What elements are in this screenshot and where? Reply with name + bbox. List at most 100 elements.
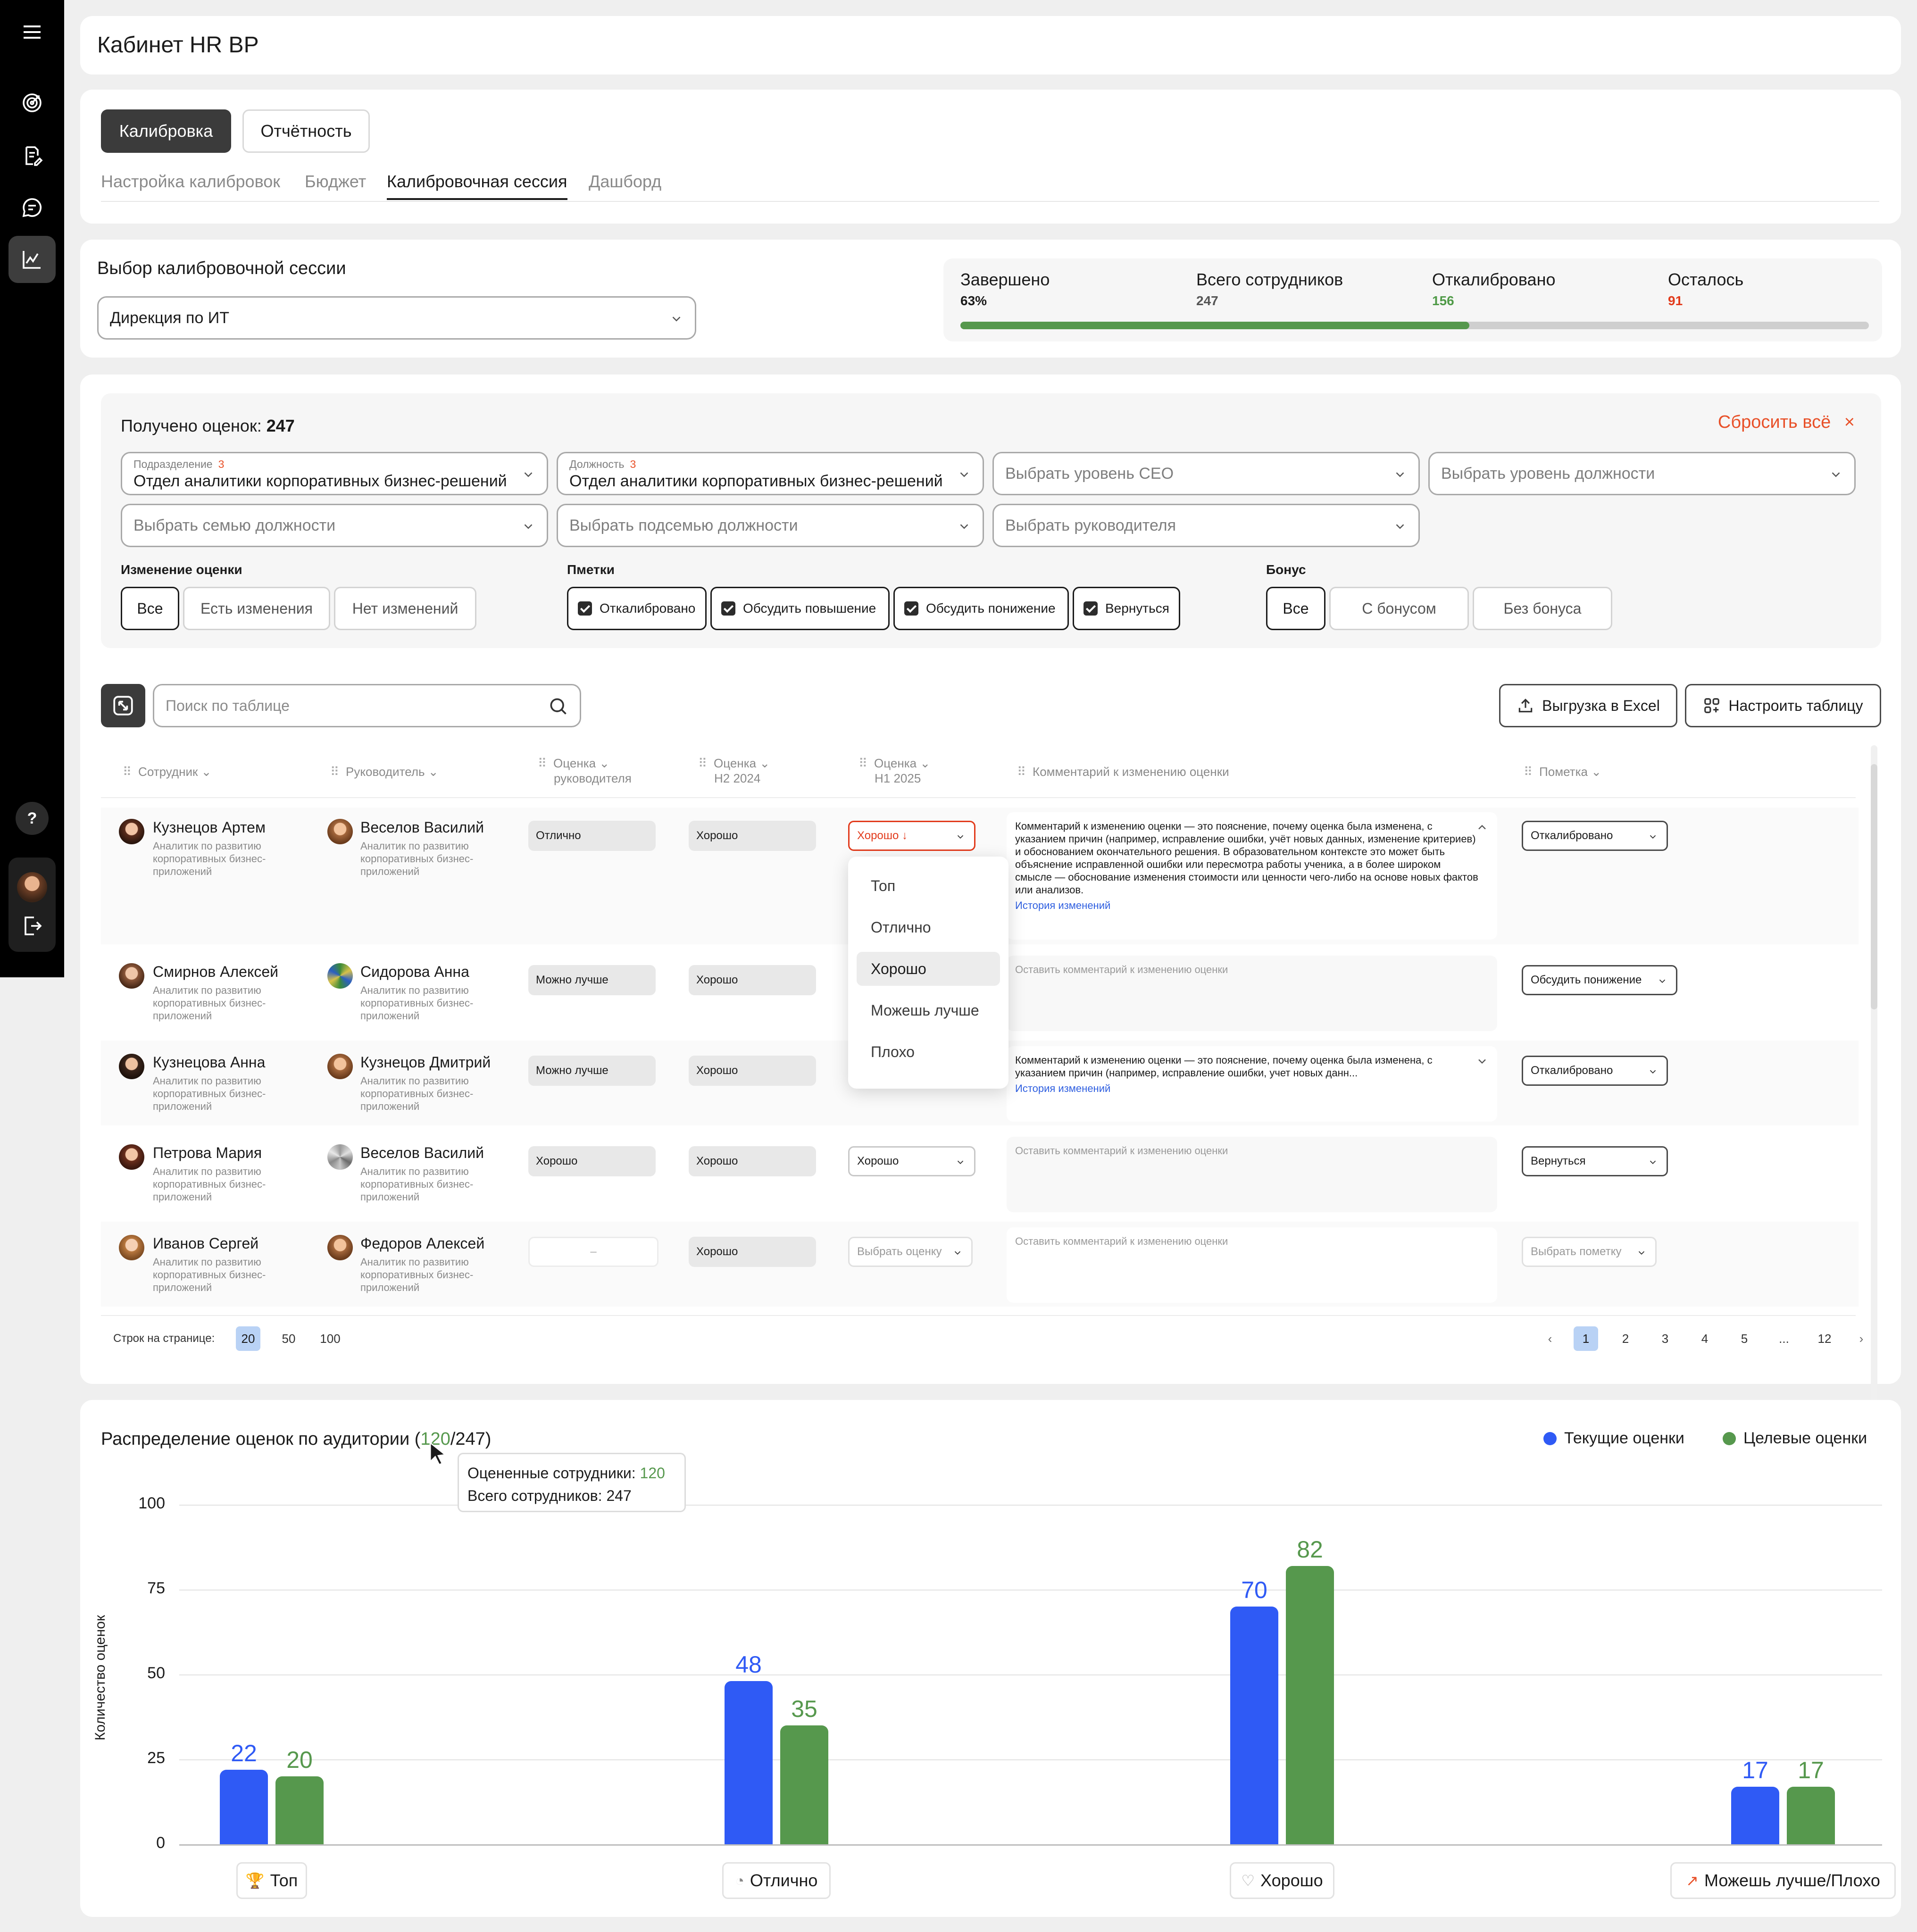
legend-current[interactable]: Текущие оценки bbox=[1543, 1429, 1684, 1448]
history-link[interactable]: История изменений bbox=[1015, 1082, 1489, 1095]
mark-select[interactable]: Откалибровано bbox=[1522, 821, 1668, 851]
configure-table-button[interactable]: Настроить таблицу bbox=[1685, 684, 1881, 727]
dropdown-option[interactable]: Топ bbox=[857, 869, 1000, 903]
page-1[interactable]: 1 bbox=[1574, 1326, 1598, 1351]
table-row[interactable]: Иванов Сергей Аналитик по развитию корпо… bbox=[101, 1222, 1859, 1307]
export-excel-button[interactable]: Выгрузка в Excel bbox=[1499, 684, 1677, 727]
subtab-budget[interactable]: Бюджет bbox=[305, 172, 366, 192]
chevron-up-icon[interactable] bbox=[1475, 821, 1489, 834]
mark-select[interactable]: Вернуться bbox=[1522, 1146, 1668, 1176]
mark-return-checkbox[interactable]: Вернуться bbox=[1073, 587, 1180, 630]
manager-name[interactable]: Кузнецов Дмитрий bbox=[360, 1054, 491, 1071]
bar-0-2[interactable] bbox=[1230, 1607, 1278, 1844]
mark-raise-checkbox[interactable]: Обсудить повышение bbox=[710, 587, 890, 630]
mark-calibrated-checkbox[interactable]: Откалиброванo bbox=[567, 587, 707, 630]
chevron-down-icon[interactable] bbox=[1475, 1055, 1489, 1068]
h1-score-select[interactable]: Выбрать оценку bbox=[848, 1237, 973, 1267]
th-h2[interactable]: ⠿ Оценка ⌄ H2 2024 bbox=[698, 756, 770, 786]
manager-name[interactable]: Веселов Василий bbox=[360, 1144, 484, 1162]
position-level-select[interactable]: Выбрать уровень должности bbox=[1428, 452, 1856, 495]
help-icon[interactable]: ? bbox=[8, 795, 56, 842]
chat-icon[interactable] bbox=[8, 184, 56, 231]
dropdown-option[interactable]: Хорошо bbox=[857, 952, 1000, 986]
change-all-button[interactable]: Все bbox=[121, 587, 179, 630]
page-size-50[interactable]: 50 bbox=[276, 1326, 301, 1351]
reset-all-button[interactable]: Сбросить всё × bbox=[1718, 412, 1855, 433]
comment-input[interactable]: Оставить комментарий к изменению оценки bbox=[1007, 1227, 1497, 1303]
page-12[interactable]: 12 bbox=[1812, 1326, 1837, 1351]
ceo-level-select[interactable]: Выбрать уровень CEO bbox=[992, 452, 1420, 495]
family-select[interactable]: Выбрать семью должности bbox=[121, 504, 548, 547]
bar-0-0[interactable] bbox=[220, 1769, 268, 1844]
employee-name[interactable]: Кузнецова Анна bbox=[153, 1054, 265, 1071]
bonus-without-button[interactable]: Без бонуса bbox=[1473, 587, 1612, 630]
employee-name[interactable]: Смирнов Алексей bbox=[153, 963, 278, 981]
change-none-button[interactable]: Нет изменений bbox=[334, 587, 476, 630]
manager-name[interactable]: Веселов Василий bbox=[360, 819, 484, 836]
bonus-with-button[interactable]: С бонусом bbox=[1329, 587, 1469, 630]
division-select[interactable]: Подразделение 3 Отдел аналитики корпорати… bbox=[121, 452, 548, 495]
dropdown-option[interactable]: Плохо bbox=[857, 1035, 1000, 1069]
page-5[interactable]: 5 bbox=[1732, 1326, 1757, 1351]
th-comment[interactable]: ⠿ Комментарий к изменению оценки bbox=[1017, 764, 1229, 779]
x-category[interactable]: ♡ Хорошо bbox=[1230, 1862, 1334, 1899]
change-has-button[interactable]: Есть изменения bbox=[183, 587, 330, 630]
search-input[interactable]: Поиск по таблице bbox=[153, 684, 581, 727]
comment-input[interactable]: Оставить комментарий к изменению оценки bbox=[1007, 1137, 1497, 1212]
page-size-100[interactable]: 100 bbox=[318, 1326, 342, 1351]
bar-0-1[interactable] bbox=[725, 1681, 773, 1844]
document-edit-icon[interactable] bbox=[8, 132, 56, 179]
bonus-all-button[interactable]: Все bbox=[1266, 587, 1325, 630]
page-4[interactable]: 4 bbox=[1692, 1326, 1717, 1351]
employee-name[interactable]: Кузнецов Артем bbox=[153, 819, 266, 836]
tab-calibration[interactable]: Калибровка bbox=[101, 109, 231, 153]
scrollbar-thumb[interactable] bbox=[1871, 764, 1877, 1009]
mark-lower-checkbox[interactable]: Обсудить понижение bbox=[893, 587, 1069, 630]
subtab-session[interactable]: Калибровочная сессия bbox=[387, 172, 567, 200]
tab-reporting[interactable]: Отчётность bbox=[242, 109, 370, 153]
h1-score-select[interactable]: Хорошо bbox=[848, 1146, 975, 1176]
user-avatar[interactable] bbox=[17, 872, 47, 902]
bar-1-3[interactable] bbox=[1787, 1786, 1835, 1844]
comment-box[interactable]: Комментарий к изменению оценки — это поя… bbox=[1007, 812, 1497, 940]
menu-icon[interactable] bbox=[8, 8, 56, 56]
table-row[interactable]: Петрова Мария Аналитик по развитию корпо… bbox=[101, 1131, 1859, 1216]
mark-select[interactable]: Обсудить понижение bbox=[1522, 965, 1677, 995]
logout-icon[interactable] bbox=[21, 915, 43, 937]
th-employee[interactable]: ⠿ Сотрудник ⌄ bbox=[123, 764, 211, 779]
page-3[interactable]: 3 bbox=[1653, 1326, 1677, 1351]
x-category[interactable]: ↗ Можешь лучше/Плохо bbox=[1670, 1862, 1896, 1899]
subtab-dashboard[interactable]: Дашборд bbox=[589, 172, 661, 192]
employee-name[interactable]: Иванов Сергей bbox=[153, 1235, 258, 1252]
bar-1-1[interactable] bbox=[780, 1725, 828, 1844]
position-select[interactable]: Должность 3 Отдел аналитики корпоративных… bbox=[557, 452, 984, 495]
analytics-icon[interactable] bbox=[8, 236, 56, 283]
th-manager[interactable]: ⠿ Руководитель ⌄ bbox=[330, 764, 439, 779]
th-mgr-score[interactable]: ⠿ Оценка ⌄ руководителя bbox=[538, 756, 632, 786]
employee-name[interactable]: Петрова Мария bbox=[153, 1144, 262, 1162]
manager-name[interactable]: Сидорова Анна bbox=[360, 963, 469, 981]
page-size-20[interactable]: 20 bbox=[236, 1326, 260, 1351]
manager-select[interactable]: Выбрать руководителя bbox=[992, 504, 1420, 547]
dropdown-option[interactable]: Отлично bbox=[857, 910, 1000, 944]
legend-target[interactable]: Целевые оценки bbox=[1723, 1429, 1867, 1448]
x-category[interactable]: ◔ Отлично bbox=[722, 1862, 831, 1899]
bar-0-3[interactable] bbox=[1731, 1786, 1779, 1844]
th-h1[interactable]: ⠿ Оценка ⌄ H1 2025 bbox=[858, 756, 930, 786]
comment-box[interactable]: Комментарий к изменению оценки — это поя… bbox=[1007, 1046, 1497, 1122]
session-select[interactable]: Дирекция по ИТ bbox=[97, 296, 696, 340]
bar-1-2[interactable] bbox=[1286, 1566, 1334, 1844]
user-panel[interactable] bbox=[8, 858, 56, 952]
bar-1-0[interactable] bbox=[275, 1776, 324, 1844]
page-2[interactable]: 2 bbox=[1613, 1326, 1638, 1351]
history-link[interactable]: История изменений bbox=[1015, 899, 1489, 912]
comment-input[interactable]: Оставить комментарий к изменению оценки bbox=[1007, 956, 1497, 1031]
subfamily-select[interactable]: Выбрать подсемью должности bbox=[557, 504, 984, 547]
mark-select[interactable]: Выбрать пометку bbox=[1522, 1237, 1657, 1267]
next-page-icon[interactable]: › bbox=[1849, 1326, 1874, 1351]
th-mark[interactable]: ⠿ Пометка ⌄ bbox=[1524, 764, 1601, 779]
expand-button[interactable] bbox=[101, 684, 145, 727]
prev-page-icon[interactable]: ‹ bbox=[1538, 1326, 1562, 1351]
subtab-settings[interactable]: Настройка калибровок bbox=[101, 172, 280, 192]
target-icon[interactable] bbox=[8, 79, 56, 126]
